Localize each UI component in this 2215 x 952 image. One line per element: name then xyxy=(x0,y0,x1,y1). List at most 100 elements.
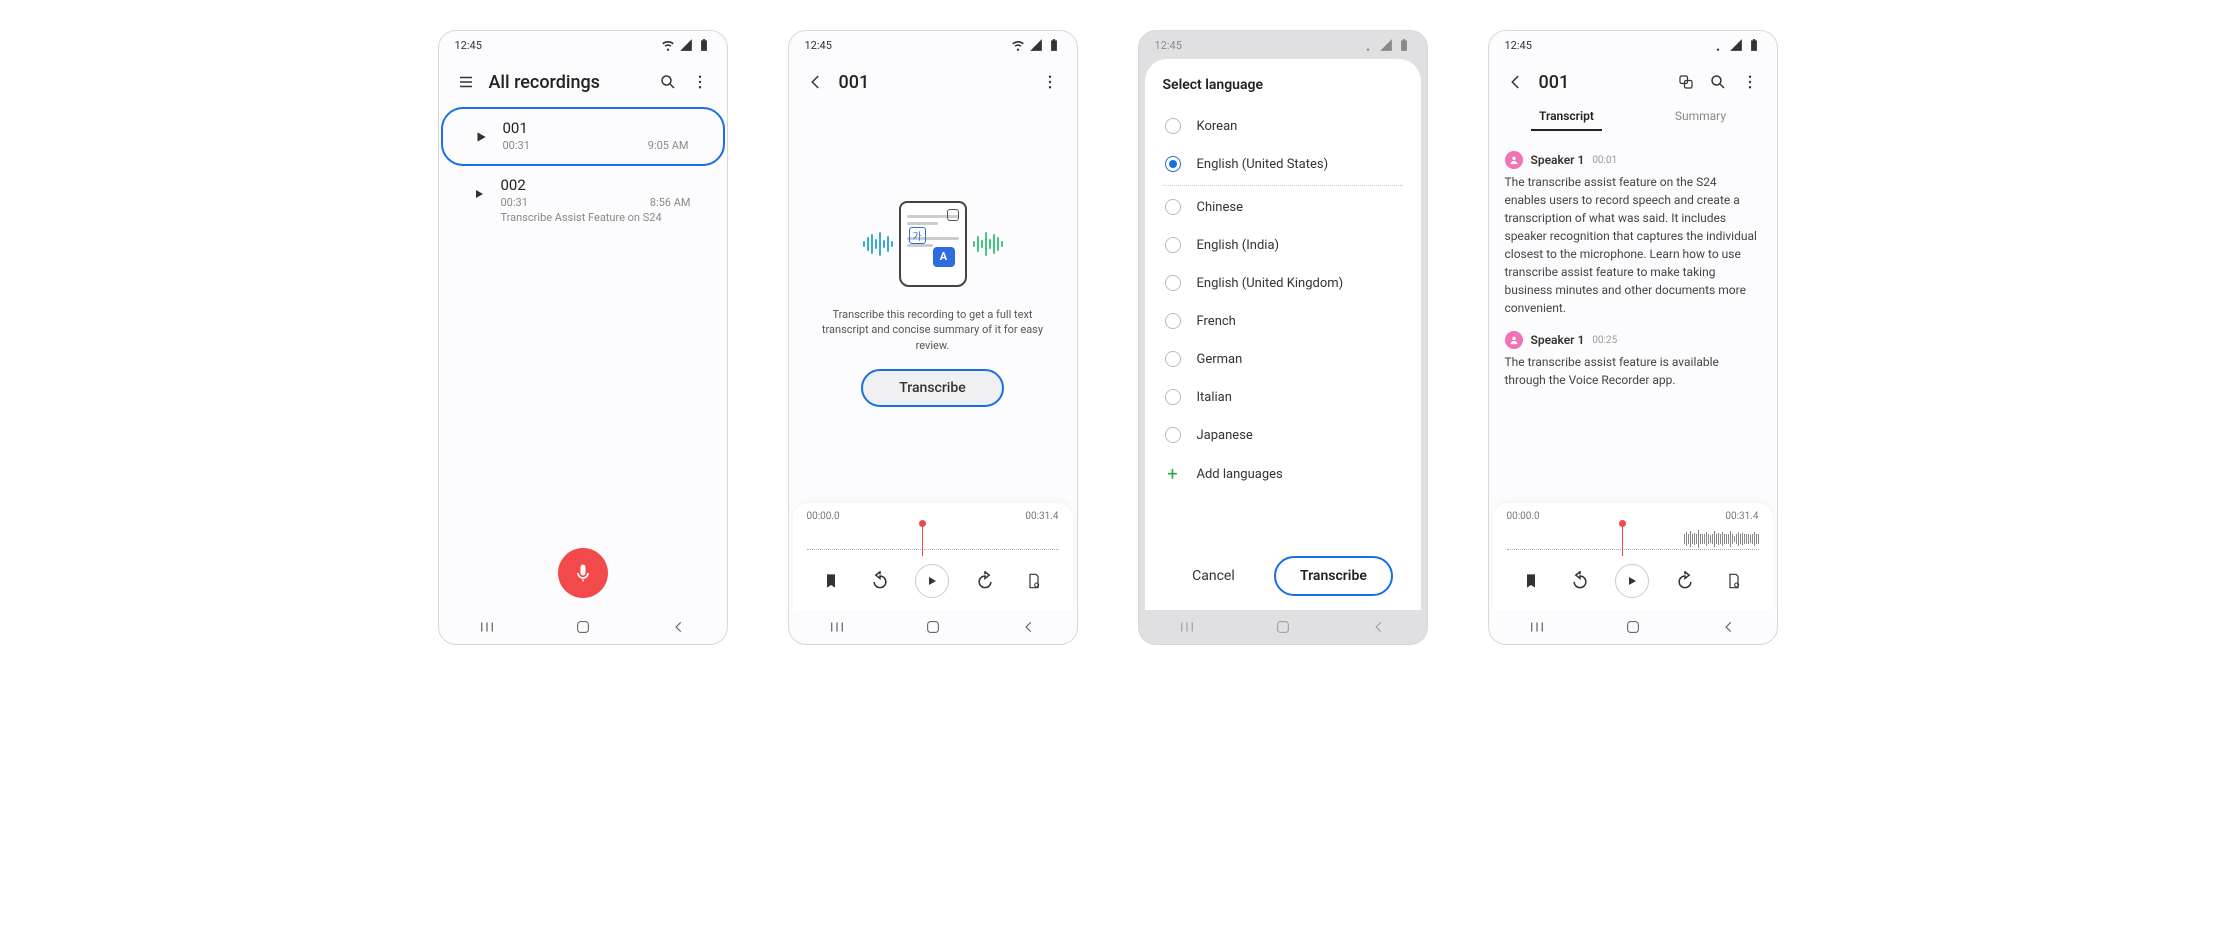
back-icon[interactable] xyxy=(1503,69,1529,95)
search-icon[interactable] xyxy=(1705,69,1731,95)
radio-unchecked-icon[interactable] xyxy=(1165,275,1181,291)
more-icon[interactable] xyxy=(687,69,713,95)
add-language-button[interactable]: + Add languages xyxy=(1163,454,1403,495)
back-icon[interactable] xyxy=(1368,616,1390,638)
radio-unchecked-icon[interactable] xyxy=(1165,237,1181,253)
language-option[interactable]: English (United Kingdom) xyxy=(1163,264,1403,302)
bookmark-icon[interactable] xyxy=(817,567,845,595)
battery-icon xyxy=(697,38,711,52)
status-icons xyxy=(661,38,711,52)
language-option-selected[interactable]: English (United States) xyxy=(1163,145,1403,183)
status-icons xyxy=(1361,38,1411,52)
language-option[interactable]: German xyxy=(1163,340,1403,378)
transcript-file-icon[interactable] xyxy=(1020,567,1048,595)
recents-icon[interactable] xyxy=(826,616,848,638)
screen-transcript-view: 12:45 001 Transcript Summary xyxy=(1488,30,1778,645)
language-label: Italian xyxy=(1197,390,1232,405)
speaker-time: 00:01 xyxy=(1592,155,1617,166)
page-title: 001 xyxy=(1539,72,1663,93)
avatar-icon xyxy=(1505,331,1523,349)
rewind-icon[interactable] xyxy=(866,567,894,595)
back-icon[interactable] xyxy=(803,69,829,95)
home-icon[interactable] xyxy=(1622,616,1644,638)
nav-bar xyxy=(789,610,1077,644)
speaker-header: Speaker 1 00:01 xyxy=(1505,151,1761,169)
home-icon[interactable] xyxy=(1272,616,1294,638)
transcribe-button[interactable]: Transcribe xyxy=(1274,556,1393,596)
language-option[interactable]: Korean xyxy=(1163,107,1403,145)
language-option[interactable]: Italian xyxy=(1163,378,1403,416)
forward-icon[interactable] xyxy=(1671,567,1699,595)
recording-item[interactable]: 001 00:31 9:05 AM xyxy=(441,107,725,166)
promo-text: Transcribe this recording to get a full … xyxy=(818,307,1048,353)
wifi-icon xyxy=(1011,38,1025,52)
status-bar: 12:45 xyxy=(1489,31,1777,59)
radio-unchecked-icon[interactable] xyxy=(1165,199,1181,215)
rewind-icon[interactable] xyxy=(1566,567,1594,595)
radio-unchecked-icon[interactable] xyxy=(1165,351,1181,367)
play-icon[interactable] xyxy=(467,182,491,206)
menu-icon[interactable] xyxy=(453,69,479,95)
status-icons xyxy=(1711,38,1761,52)
time-end: 00:31.4 xyxy=(1025,511,1058,522)
language-option[interactable]: Japanese xyxy=(1163,416,1403,454)
playhead-marker[interactable] xyxy=(1622,524,1623,556)
radio-unchecked-icon[interactable] xyxy=(1165,389,1181,405)
recents-icon[interactable] xyxy=(1176,616,1198,638)
add-language-label: Add languages xyxy=(1197,467,1283,482)
radio-unchecked-icon[interactable] xyxy=(1165,427,1181,443)
clock: 12:45 xyxy=(1155,39,1182,52)
bookmark-icon[interactable] xyxy=(1517,567,1545,595)
cancel-button[interactable]: Cancel xyxy=(1172,558,1255,594)
search-icon[interactable] xyxy=(655,69,681,95)
recording-name: 001 xyxy=(503,119,689,137)
recents-icon[interactable] xyxy=(1526,616,1548,638)
time-end: 00:31.4 xyxy=(1725,511,1758,522)
recents-icon[interactable] xyxy=(476,616,498,638)
battery-icon xyxy=(1047,38,1061,52)
radio-checked-icon[interactable] xyxy=(1165,156,1181,172)
home-icon[interactable] xyxy=(572,616,594,638)
tab-transcript[interactable]: Transcript xyxy=(1531,103,1602,131)
language-label: Japanese xyxy=(1197,428,1253,443)
back-icon[interactable] xyxy=(1018,616,1040,638)
language-option[interactable]: French xyxy=(1163,302,1403,340)
signal-icon xyxy=(679,38,693,52)
transcribe-button[interactable]: Transcribe xyxy=(861,369,1003,407)
radio-unchecked-icon[interactable] xyxy=(1165,313,1181,329)
home-icon[interactable] xyxy=(922,616,944,638)
playback-panel: 00:00.0 00:31.4 xyxy=(793,503,1073,610)
play-icon[interactable] xyxy=(469,125,493,149)
timeline[interactable] xyxy=(807,528,1059,550)
avatar-icon xyxy=(1505,151,1523,169)
recording-item[interactable]: 002 00:31 8:56 AM Transcribe Assist Feat… xyxy=(457,166,709,234)
screen-transcribe-prompt: 12:45 001 가 xyxy=(788,30,1078,645)
play-button[interactable] xyxy=(1615,564,1649,598)
playback-panel: 00:00.0 00:31.4 xyxy=(1493,503,1773,610)
language-label: French xyxy=(1197,314,1236,329)
top-bar: All recordings xyxy=(439,59,727,103)
record-button[interactable] xyxy=(558,548,608,598)
clock: 12:45 xyxy=(455,39,482,52)
battery-icon xyxy=(1397,38,1411,52)
language-option[interactable]: Chinese xyxy=(1163,188,1403,226)
transcript-file-icon[interactable] xyxy=(1720,567,1748,595)
tab-summary[interactable]: Summary xyxy=(1667,103,1734,131)
signal-icon xyxy=(1379,38,1393,52)
status-bar: 12:45 xyxy=(789,31,1077,59)
speaker-name: Speaker 1 xyxy=(1531,153,1585,167)
modal-title: Select language xyxy=(1163,77,1403,93)
playhead-marker[interactable] xyxy=(922,524,923,556)
back-icon[interactable] xyxy=(1718,616,1740,638)
waveform-left-icon xyxy=(863,232,893,256)
translate-icon[interactable] xyxy=(1673,69,1699,95)
back-icon[interactable] xyxy=(668,616,690,638)
timeline[interactable] xyxy=(1507,528,1759,550)
language-option[interactable]: English (India) xyxy=(1163,226,1403,264)
radio-unchecked-icon[interactable] xyxy=(1165,118,1181,134)
wifi-icon xyxy=(661,38,675,52)
more-icon[interactable] xyxy=(1037,69,1063,95)
forward-icon[interactable] xyxy=(971,567,999,595)
play-button[interactable] xyxy=(915,564,949,598)
more-icon[interactable] xyxy=(1737,69,1763,95)
